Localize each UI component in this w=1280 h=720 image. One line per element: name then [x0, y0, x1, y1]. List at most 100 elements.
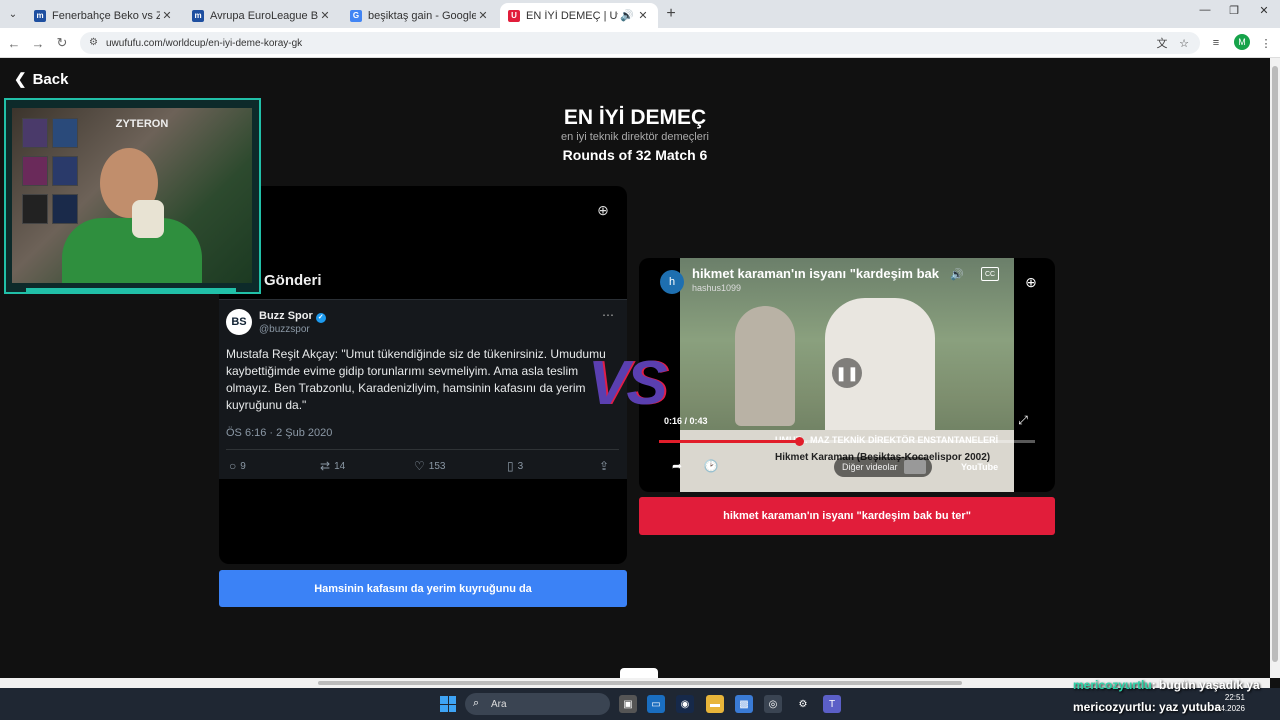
app-icon[interactable]: ▭ [647, 695, 665, 713]
site-info-icon[interactable]: ⚙ [89, 37, 98, 48]
chat-separator: : [1151, 700, 1160, 714]
restore-icon[interactable]: ❐ [1219, 4, 1249, 22]
pause-button[interactable]: ❚❚ [832, 358, 862, 388]
retweet-count: 14 [334, 460, 346, 472]
reading-list-icon[interactable]: ≡ [1208, 35, 1224, 51]
fullscreen-icon[interactable]: ⤢ [1015, 412, 1031, 428]
app-icon[interactable]: ⚙ [794, 695, 812, 713]
chrome-icon[interactable]: ◎ [764, 695, 782, 713]
streamer-logo: ZYTERON [115, 118, 169, 130]
windows-start-icon[interactable] [440, 696, 456, 712]
watch-later-icon[interactable]: 🕑 [703, 458, 719, 474]
youtube-logo[interactable]: YouTube [961, 462, 998, 472]
tab-google-search[interactable]: G beşiktaş gain - Google'da Ara ✕ [342, 3, 498, 28]
vertical-scrollbar[interactable] [1270, 58, 1280, 678]
option-card-left[interactable]: ⊕ Gönderi BS Buzz Spor ✓ @buzzspor ⋯ Must… [219, 186, 627, 564]
tab-label: beşiktaş gain - Google'da Ara [368, 9, 476, 22]
captions-icon[interactable]: CC [981, 267, 999, 281]
video-title[interactable]: hikmet karaman'ın isyanı "kardeşim bak [692, 266, 942, 281]
steam-icon[interactable]: ◉ [676, 695, 694, 713]
tab-strip: ⌄ m Fenerbahçe Beko vs Zalgiris, 30 ✕ m … [0, 0, 1280, 28]
search-icon: ⌕ [473, 697, 480, 709]
back-arrow-icon[interactable]: ← [6, 35, 22, 51]
reply-action[interactable]: ○ 9 [229, 459, 246, 473]
share-action[interactable]: ⇪ [599, 459, 609, 473]
scroll-thumb[interactable] [1272, 66, 1278, 662]
share-icon[interactable]: ➦ [669, 458, 685, 474]
file-explorer-icon[interactable]: ▬ [706, 695, 724, 713]
translate-icon[interactable]: 文 [1154, 35, 1170, 51]
reload-icon[interactable]: ↻ [54, 35, 70, 51]
choose-left-button[interactable]: Hamsinin kafasını da yerim kuyruğunu da [219, 570, 627, 607]
choose-right-button[interactable]: hikmet karaman'ın isyanı "kardeşim bak b… [639, 497, 1055, 535]
streamer-cup [132, 200, 164, 238]
more-videos-button[interactable]: Diğer videolar [834, 457, 932, 477]
url-field[interactable]: ⚙ uwufufu.com/worldcup/en-iyi-deme-koray… [80, 32, 1200, 54]
volume-icon[interactable]: 🔊 [949, 266, 965, 282]
webcam-overlay: ZYTERON [4, 98, 261, 294]
close-icon[interactable]: ✕ [476, 9, 490, 22]
tab-search-icon[interactable]: ⌄ [4, 5, 22, 23]
minimize-icon[interactable]: — [1190, 4, 1220, 22]
retweet-action[interactable]: ⇄ 14 [320, 459, 345, 473]
option-card-right[interactable]: UMUT... MAZ TEKNİK DİREKTÖR ENSTANTANELE… [639, 258, 1055, 492]
wall-poster [52, 194, 78, 224]
new-tab-button[interactable]: + [662, 5, 680, 23]
teams-icon[interactable]: T [823, 695, 841, 713]
back-button[interactable]: ❮ Back [14, 70, 68, 89]
channel-avatar[interactable]: h [660, 270, 684, 294]
author-name: Buzz Spor [259, 310, 313, 322]
video-thumbnail [903, 460, 926, 474]
author-handle: @buzzspor [259, 324, 310, 335]
chevron-left-icon: ❮ [14, 71, 27, 88]
taskbar-search[interactable]: ⌕ Ara [465, 693, 610, 715]
window-close-icon[interactable]: ✕ [1249, 4, 1279, 22]
tab-uwufufu[interactable]: U EN İYİ DEMEÇ | UwUFUFU 🔊 ✕ [500, 3, 658, 28]
forward-arrow-icon[interactable]: → [30, 35, 46, 51]
profile-avatar[interactable]: M [1234, 34, 1250, 50]
progress-fill [659, 440, 799, 443]
menu-kebab-icon[interactable]: ⋮ [1258, 35, 1274, 51]
heart-icon: ♡ [414, 459, 425, 473]
page-subtitle: en iyi teknik direktör demeçleri [561, 131, 709, 143]
chat-message: mericozyurtlu: bugün yaşadık ya [1073, 678, 1260, 692]
tab-fenerbahce[interactable]: m Fenerbahçe Beko vs Zalgiris, 30 ✕ [26, 3, 182, 28]
wall-poster [52, 118, 78, 148]
speaker-icon[interactable]: 🔊 [618, 9, 636, 22]
tab-euroleague[interactable]: m Avrupa EuroLeague Basketbol ✕ [184, 3, 340, 28]
video-time: 0:16 / 0:43 [664, 416, 708, 426]
post-header: Gönderi [264, 272, 322, 289]
zoom-in-icon[interactable]: ⊕ [595, 202, 611, 218]
close-icon[interactable]: ✕ [636, 9, 650, 22]
task-view-icon[interactable]: ▣ [619, 695, 637, 713]
video-person-left [735, 306, 795, 426]
progress-handle[interactable] [794, 437, 804, 446]
webcam-feed: ZYTERON [12, 108, 252, 283]
avatar[interactable]: BS [226, 309, 252, 335]
scroll-thumb[interactable] [318, 681, 962, 685]
like-action[interactable]: ♡ 153 [414, 459, 445, 473]
bookmark-action[interactable]: ▯ 3 [507, 459, 523, 473]
bookmark-star-icon[interactable]: ☆ [1176, 35, 1192, 51]
close-icon[interactable]: ✕ [160, 9, 174, 22]
more-options-icon[interactable]: ⋯ [602, 308, 614, 322]
progress-bar[interactable] [659, 437, 1035, 446]
video-channel[interactable]: hashus1099 [692, 283, 741, 293]
reply-count: 9 [240, 460, 246, 472]
vs-label: VS [588, 349, 668, 418]
photos-icon[interactable]: ▩ [735, 695, 753, 713]
close-icon[interactable]: ✕ [318, 9, 332, 22]
overlay-accent [26, 288, 236, 294]
tweet-date[interactable]: ÖS 6:16 · 2 Şub 2020 [226, 427, 332, 439]
more-videos-label: Diğer videolar [842, 462, 898, 472]
tweet-author[interactable]: Buzz Spor ✓ [259, 310, 326, 323]
tweet-embed[interactable]: BS Buzz Spor ✓ @buzzspor ⋯ Mustafa Reşit … [219, 299, 627, 479]
google-favicon-icon: G [350, 9, 362, 22]
site-favicon-icon: m [34, 9, 46, 22]
chat-user: mericozyurtlu [1073, 700, 1152, 714]
verified-icon: ✓ [315, 313, 326, 323]
chat-separator: : [1151, 678, 1160, 692]
search-label: Ara [491, 698, 507, 710]
address-bar: ← → ↻ ⚙ uwufufu.com/worldcup/en-iyi-deme… [0, 28, 1280, 58]
zoom-in-icon[interactable]: ⊕ [1023, 274, 1039, 290]
